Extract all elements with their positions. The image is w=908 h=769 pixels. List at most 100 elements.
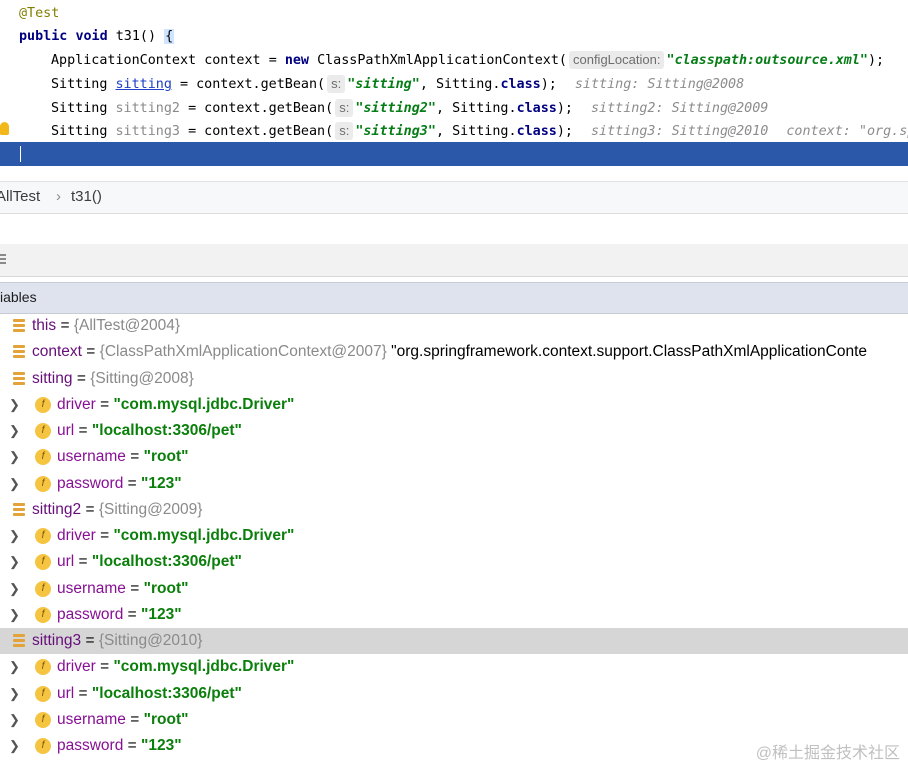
field-row[interactable]: ❯ f url = "localhost:3306/pet" (0, 418, 908, 444)
param-hint: s: (327, 75, 346, 93)
field-name: url (57, 422, 75, 439)
field-row[interactable]: ❯ f driver = "com.mysql.jdbc.Driver" (0, 523, 908, 549)
bean-id-string: "sitting3" (355, 124, 436, 139)
lightbulb-icon[interactable] (0, 122, 9, 135)
getbean-close: ); (540, 77, 557, 92)
context-var: context (204, 53, 261, 68)
public-keyword: public (19, 29, 68, 44)
debugger-toolbar (0, 244, 908, 277)
breadcrumb-method[interactable]: t31() (71, 188, 102, 205)
test-annotation: @Test (19, 6, 60, 21)
chevron-right-icon[interactable]: ❯ (9, 523, 20, 549)
chevron-right-icon[interactable]: ❯ (9, 576, 20, 602)
context-close: ); (867, 53, 885, 68)
class-keyword: class (516, 124, 557, 139)
field-f-icon: f (35, 449, 51, 465)
variable-type: {Sitting@2009} (98, 501, 203, 518)
code-editor[interactable]: @Test public void t31() { ApplicationCon… (0, 0, 908, 166)
field-row[interactable]: ❯ f url = "localhost:3306/pet" (0, 549, 908, 575)
chevron-right-icon[interactable]: ❯ (9, 549, 20, 575)
getbean-close: ); (556, 124, 573, 139)
bean-id-string: "sitting2" (355, 101, 436, 116)
variable-name: this (32, 317, 57, 334)
chevron-right-icon[interactable]: ❯ (9, 654, 20, 680)
getbean-call: = context.getBean( (188, 124, 334, 139)
field-f-icon: f (35, 686, 51, 702)
field-name: url (57, 553, 75, 570)
chevron-right-icon[interactable]: ❯ (9, 471, 20, 497)
toolbar-grip-icon[interactable] (0, 254, 6, 266)
context-ctor: ClassPathXmlApplicationContext( (317, 53, 567, 68)
getbean-line: Sitting sitting = context.getBean(s: "sit… (51, 75, 745, 93)
variable-name: sitting2 (32, 501, 82, 518)
field-name: driver (57, 658, 96, 675)
equals-sign: = (100, 527, 110, 544)
equals-sign: = (78, 685, 88, 702)
method-name: t31() (115, 29, 157, 44)
variable-name: sitting3 (32, 632, 82, 649)
field-row[interactable]: ❯ f username = "root" (0, 444, 908, 470)
variable-name: context (32, 343, 82, 360)
chevron-right-icon[interactable]: ❯ (9, 602, 20, 628)
bean-var: sitting3 (115, 124, 181, 139)
bean-type: Sitting (51, 124, 108, 139)
field-row[interactable]: ❯ f username = "root" (0, 576, 908, 602)
field-name: username (57, 448, 126, 465)
field-row[interactable]: ❯ f driver = "com.mysql.jdbc.Driver" (0, 654, 908, 680)
field-name: username (57, 580, 126, 597)
new-keyword: new (284, 53, 309, 68)
param-hint: configLocation: (568, 51, 665, 69)
field-value: "root" (143, 448, 189, 465)
field-value: "com.mysql.jdbc.Driver" (113, 396, 295, 413)
variable-row[interactable]: this = {AllTest@2004} (0, 313, 908, 339)
field-row[interactable]: ❯ f url = "localhost:3306/pet" (0, 681, 908, 707)
bean-class-ref: Sitting. (452, 101, 517, 116)
field-f-icon: f (35, 528, 51, 544)
chevron-right-icon[interactable]: ❯ (9, 681, 20, 707)
getbean-call: = context.getBean( (188, 101, 334, 116)
field-row[interactable]: ❯ f password = "123" (0, 602, 908, 628)
variable-row[interactable]: sitting = {Sitting@2008} (0, 366, 908, 392)
getbean-line: Sitting sitting3 = context.getBean(s: "si… (51, 120, 908, 143)
field-f-icon: f (35, 397, 51, 413)
field-f-icon: f (35, 581, 51, 597)
field-name: password (57, 737, 124, 754)
bean-var: sitting2 (115, 101, 181, 116)
inline-debug-value: sitting2: Sitting@2009 (591, 101, 769, 116)
text-caret (20, 146, 21, 162)
variable-row[interactable]: sitting3 = {Sitting@2010} (0, 628, 908, 654)
chevron-right-icon[interactable]: ❯ (9, 707, 20, 733)
chevron-right-icon[interactable]: ❯ (9, 418, 20, 444)
field-name: driver (57, 396, 96, 413)
chevron-right-icon[interactable]: ❯ (9, 733, 20, 759)
field-value: "com.mysql.jdbc.Driver" (113, 658, 295, 675)
breadcrumb-class[interactable]: AllTest (0, 188, 40, 205)
class-keyword: class (516, 101, 557, 116)
field-row[interactable]: ❯ f driver = "com.mysql.jdbc.Driver" (0, 392, 908, 418)
field-f-icon: f (35, 554, 51, 570)
variable-row[interactable]: sitting2 = {Sitting@2009} (0, 497, 908, 523)
field-row[interactable]: ❯ f password = "123" (0, 471, 908, 497)
equals-sign: = (76, 370, 86, 387)
param-hint: s: (335, 122, 354, 140)
equals-sign: = (130, 711, 140, 728)
watermark: @稀土掘金技术社区 (755, 745, 900, 762)
field-name: driver (57, 527, 96, 544)
variable-tostring: "org.springframework.context.support.Cla… (391, 343, 868, 360)
bean-type: Sitting (51, 101, 108, 116)
field-name: password (57, 475, 124, 492)
field-row[interactable]: ❯ f username = "root" (0, 707, 908, 733)
field-f-icon: f (35, 738, 51, 754)
variable-lines-icon (13, 345, 25, 359)
variable-lines-icon (13, 503, 25, 517)
variables-title: iables (0, 289, 37, 305)
field-name: url (57, 685, 75, 702)
context-type: ApplicationContext (51, 53, 197, 68)
variable-row[interactable]: context = {ClassPathXmlApplicationContex… (0, 339, 908, 365)
field-f-icon: f (35, 712, 51, 728)
chevron-right-icon[interactable]: ❯ (9, 444, 20, 470)
chevron-right-icon[interactable]: ❯ (9, 392, 20, 418)
bean-class-ref: Sitting. (452, 124, 517, 139)
inline-debug-value-2: context: "org.sp (786, 124, 908, 139)
equals-sign: = (60, 317, 70, 334)
